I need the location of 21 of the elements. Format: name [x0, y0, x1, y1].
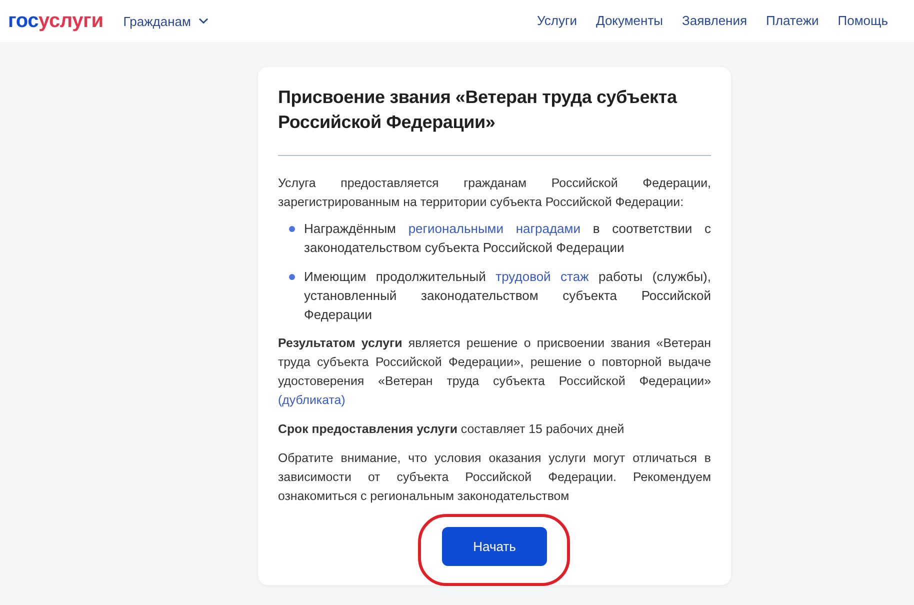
nav-link[interactable]: Услуги	[537, 12, 577, 30]
list-item-text: Имеющим продолжительный трудовой стаж работы (службы), установленный законодательством субъекта Российской Федерации	[304, 268, 711, 324]
inline-link[interactable]: региональными наградами	[408, 221, 580, 236]
start-button[interactable]: Начать	[442, 527, 547, 566]
nav-link[interactable]: Помощь	[838, 12, 888, 30]
list-item-text: Награждённым региональными наградами в соответствии с законодательством субъекта Российской Федерации	[304, 220, 711, 257]
site-logo[interactable]: госуслуги	[8, 8, 104, 32]
nav-link[interactable]: Документы	[596, 12, 664, 30]
description-text: Срок предоставления услуги составляет 15 рабочих дней	[278, 421, 626, 438]
inline-link[interactable]: трудовой стаж	[496, 269, 589, 284]
nav-link[interactable]: Платежи	[766, 12, 819, 30]
audience-menu-button[interactable]: Гражданам	[123, 14, 208, 28]
description-text: Услуга предоставляется гражданам Российской Федерации, зарегистрированным на территории субъекта Российской Федерации:	[278, 175, 711, 211]
service-title: Присвоение звания «Ветеран труда субъекта Российской Федерации»	[278, 86, 678, 134]
description-text: Результатом услуги является решение о присвоении звания «Ветеран труда субъекта Российской Федерации», решение о повторной выдаче удостоверения «Ветеран труда субъекта Российской Федерации» (дубликата)	[278, 335, 711, 409]
bullet-icon	[289, 226, 295, 232]
nav-link[interactable]: Заявления	[682, 12, 748, 30]
chevron-down-icon	[198, 18, 208, 24]
description-text: Обратите внимание, что условия оказания услуги могут отличаться в зависимости от субъекта Российской Федерации. Рекомендуем ознакомиться с региональным законодательством	[278, 450, 711, 505]
bullet-icon	[289, 274, 295, 280]
inline-link[interactable]: (дубликата)	[278, 393, 346, 407]
